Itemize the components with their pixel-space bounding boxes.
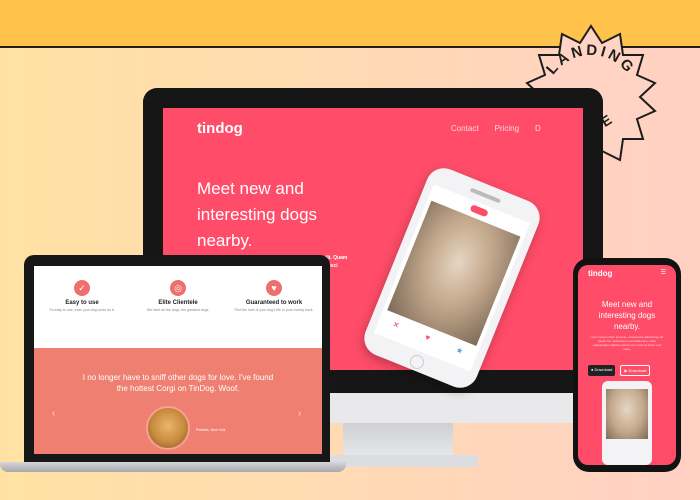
- mobile-hero-subtext: Lorem ipsum dolor sit amet, consectetur …: [590, 335, 664, 351]
- feature-easy-to-use: ✓ Easy to use So easy to use, even your …: [41, 280, 123, 313]
- dog-avatar: [146, 406, 190, 450]
- feature-title: Guaranteed to work: [245, 300, 303, 306]
- hero-line-1: Meet new and: [197, 179, 304, 198]
- carousel-prev-icon[interactable]: ‹: [52, 408, 55, 419]
- mobile-brand-logo[interactable]: tindog: [588, 269, 612, 278]
- apple-download-button[interactable]: ● Download: [588, 365, 616, 376]
- dislike-icon[interactable]: ✕: [391, 319, 401, 330]
- features-row: ✓ Easy to use So easy to use, even your …: [34, 280, 322, 313]
- nav-contact[interactable]: Contact: [451, 124, 479, 133]
- carousel-next-icon[interactable]: ›: [298, 408, 301, 419]
- feature-elite-clientele: ◎ Elite Clientele We have all the dogs, …: [137, 280, 219, 313]
- check-circle-icon: ✓: [74, 280, 90, 296]
- testimonial-section: I no longer have to sniff other dogs for…: [34, 348, 322, 454]
- mobile-screen: tindog ☰ Meet new and interesting dogs n…: [578, 265, 676, 465]
- feature-desc: Find the love of your dog's life or your…: [234, 308, 314, 312]
- desktop-brand-logo[interactable]: tindog: [197, 120, 243, 137]
- mobile-hero-heading: Meet new and interesting dogs nearby.: [598, 300, 656, 331]
- mobile-phone-preview: [602, 381, 652, 465]
- feature-title: Elite Clientele: [158, 300, 198, 306]
- app-toggle-pill[interactable]: [469, 203, 490, 217]
- feature-title: Easy to use: [65, 300, 99, 306]
- desktop-hero-heading: Meet new and interesting dogs nearby.: [197, 176, 397, 254]
- desktop-nav: Contact Pricing D: [451, 124, 541, 133]
- feature-desc: So easy to use, even your dog could do i…: [49, 308, 115, 312]
- nav-pricing[interactable]: Pricing: [495, 124, 519, 133]
- dog-photo-preview: [606, 389, 648, 439]
- hero-line-2: interesting dogs: [197, 205, 318, 224]
- nav-download[interactable]: D: [535, 124, 541, 133]
- play-download-button[interactable]: ▶ Download: [620, 365, 651, 376]
- laptop-base: [0, 462, 346, 472]
- monitor-stand-neck: [343, 423, 453, 457]
- like-icon[interactable]: ♥: [424, 333, 432, 343]
- hamburger-menu-icon[interactable]: ☰: [661, 269, 666, 276]
- phone-home-button: [407, 352, 427, 372]
- hero-line-3: nearby.: [197, 231, 253, 250]
- testimonial-author: Pebbles, New York: [196, 428, 226, 432]
- feature-guaranteed: ♥ Guaranteed to work Find the love of yo…: [233, 280, 315, 313]
- heart-icon: ♥: [266, 280, 282, 296]
- mobile-download-buttons: ● Download ▶ Download: [588, 365, 651, 376]
- laptop-screen: ✓ Easy to use So easy to use, even your …: [34, 266, 322, 454]
- testimonial-quote: I no longer have to sniff other dogs for…: [82, 373, 274, 393]
- bullseye-icon: ◎: [170, 280, 186, 296]
- feature-desc: We have all the dogs, the greatest dogs.: [146, 308, 210, 312]
- star-icon[interactable]: ★: [455, 345, 465, 356]
